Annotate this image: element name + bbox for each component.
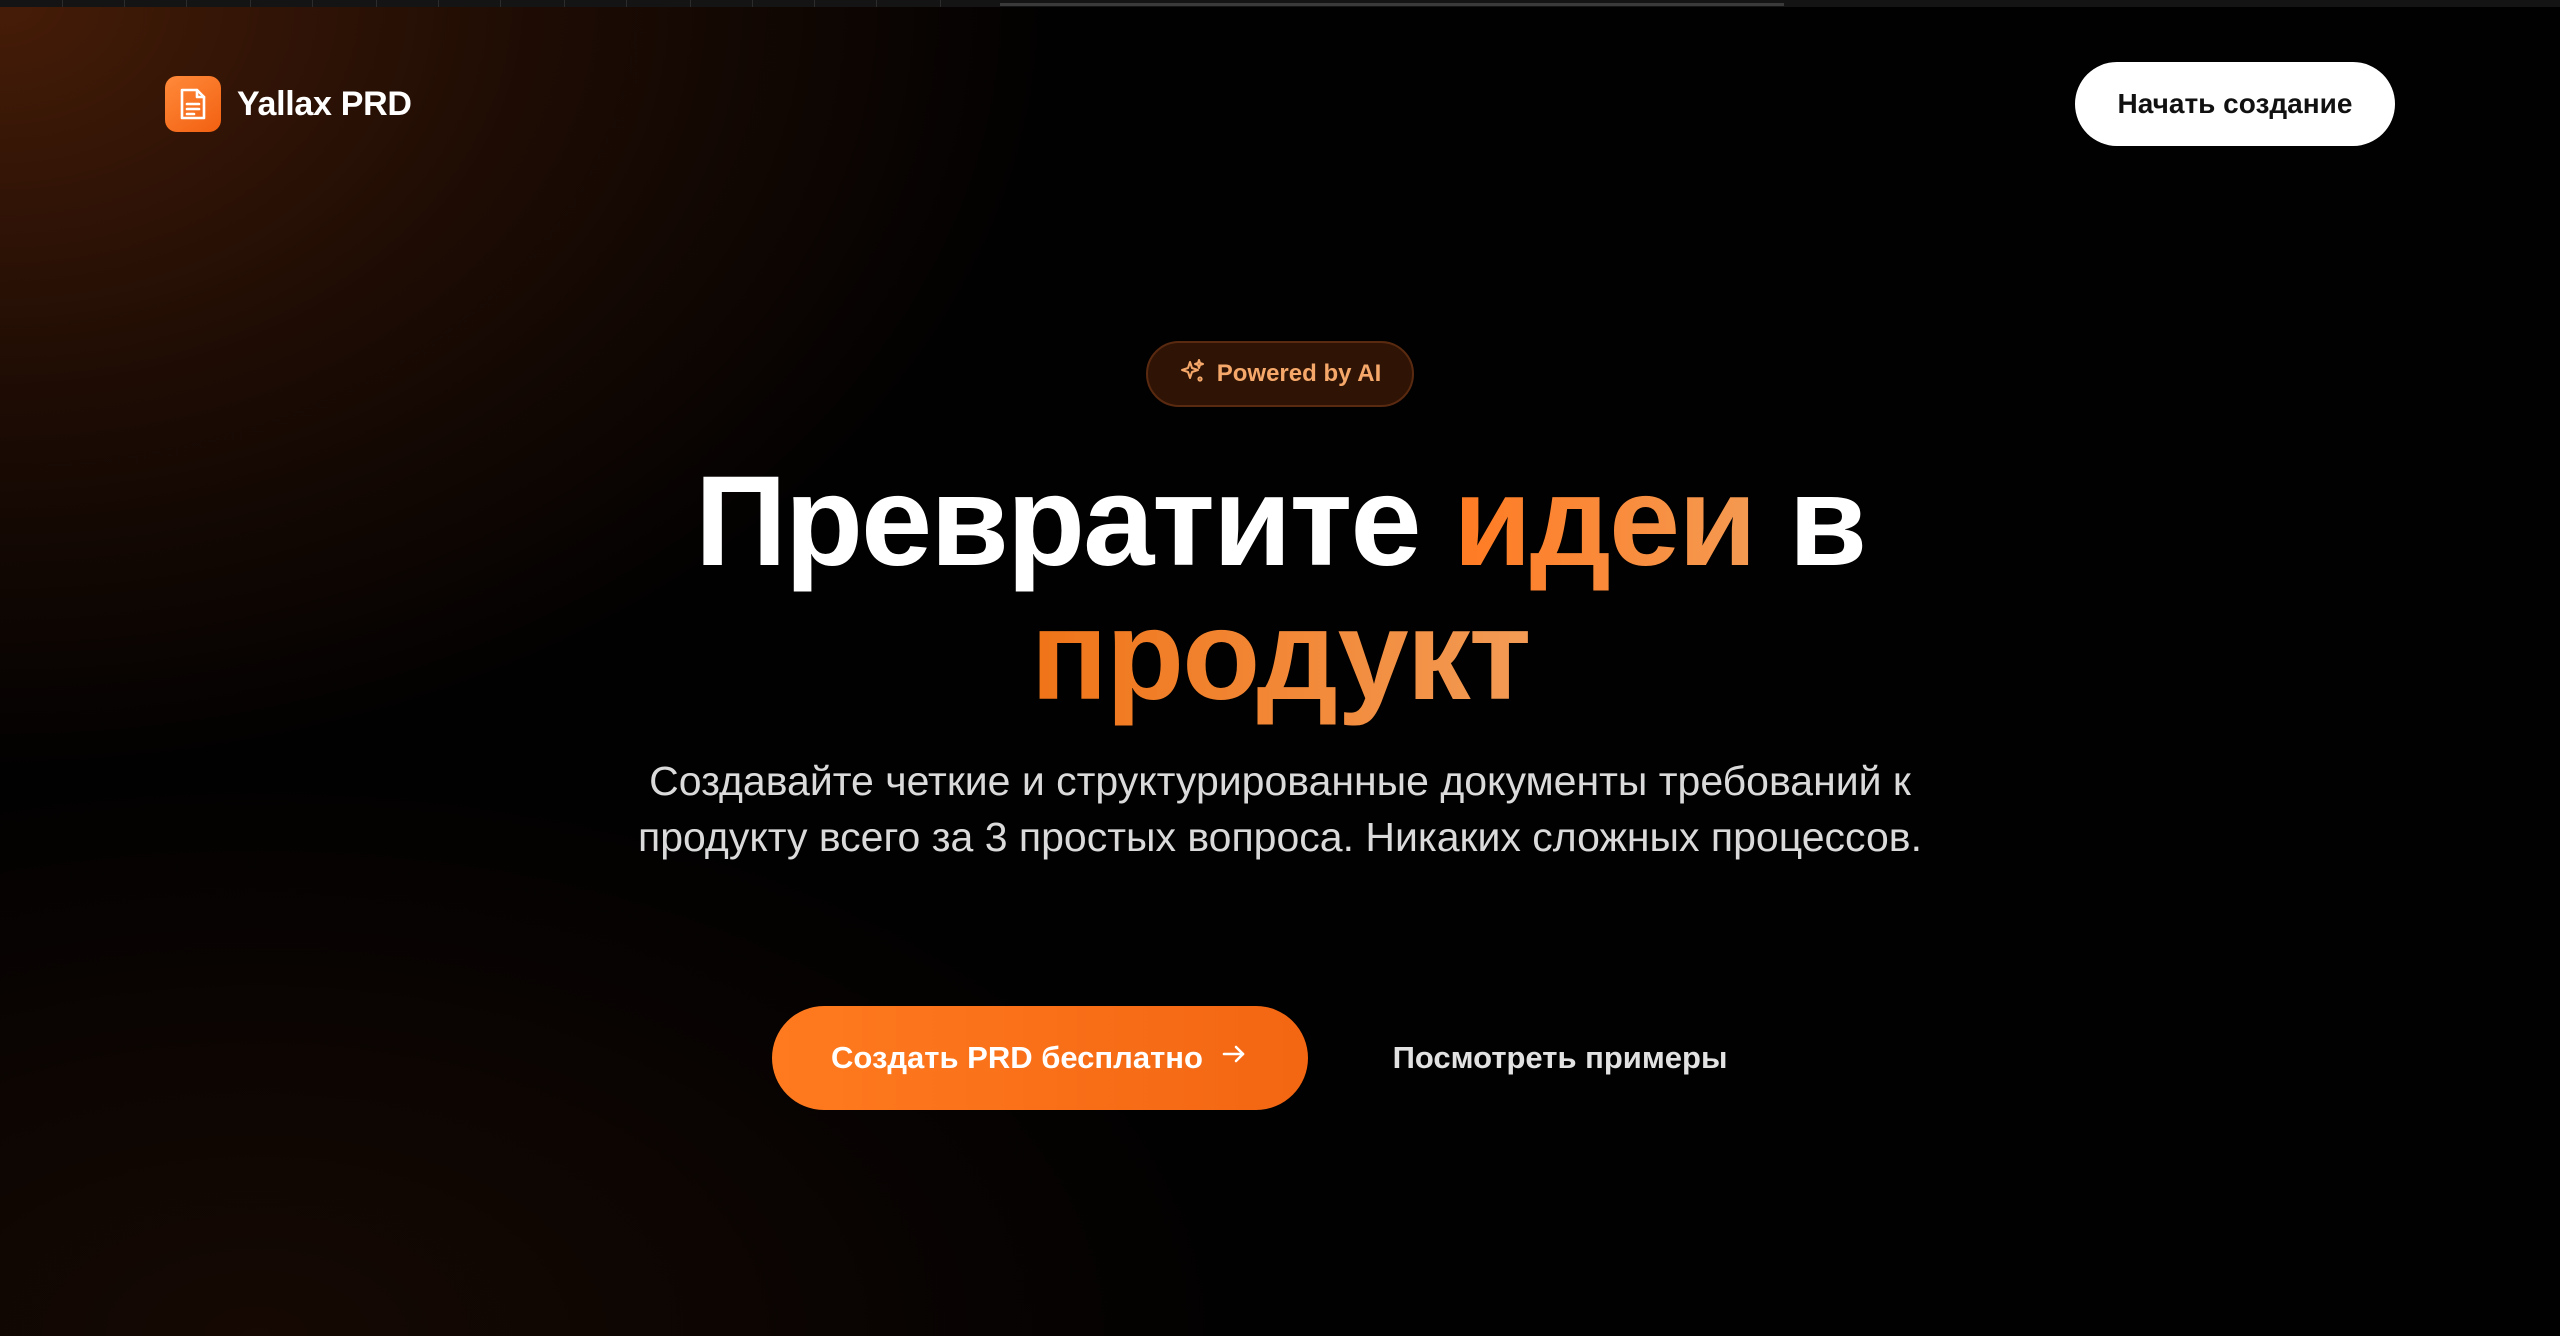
top-browser-strip xyxy=(0,0,2560,7)
arrow-right-icon xyxy=(1219,1039,1249,1077)
view-examples-link[interactable]: Посмотреть примеры xyxy=(1340,1006,1780,1110)
hero-subtitle: Создавайте четкие и структурированные до… xyxy=(638,758,1922,860)
sparkles-icon xyxy=(1179,358,1205,391)
badge-label: Powered by AI xyxy=(1216,360,1382,387)
landing-page: Yallax PRD Начать создание Powered by AI… xyxy=(0,0,2560,1336)
hero-headline: Превратите идеи в продукт xyxy=(480,455,2080,723)
headline-accent-product: продукт xyxy=(1030,584,1532,727)
document-icon xyxy=(165,76,221,132)
headline-accent-ideas: идеи xyxy=(1453,450,1757,593)
headline-part1: Превратите xyxy=(694,450,1454,593)
top-progress-bar xyxy=(1000,3,1784,6)
brand-logo[interactable]: Yallax PRD xyxy=(165,76,412,132)
brand-name: Yallax PRD xyxy=(237,84,412,123)
powered-by-ai-badge: Powered by AI xyxy=(1146,341,1414,407)
headline-part2: в xyxy=(1754,450,1867,593)
start-creating-button[interactable]: Начать создание xyxy=(2075,62,2395,146)
create-prd-free-button[interactable]: Создать PRD бесплатно xyxy=(772,1006,1308,1110)
primary-cta-label: Создать PRD бесплатно xyxy=(831,1040,1203,1075)
